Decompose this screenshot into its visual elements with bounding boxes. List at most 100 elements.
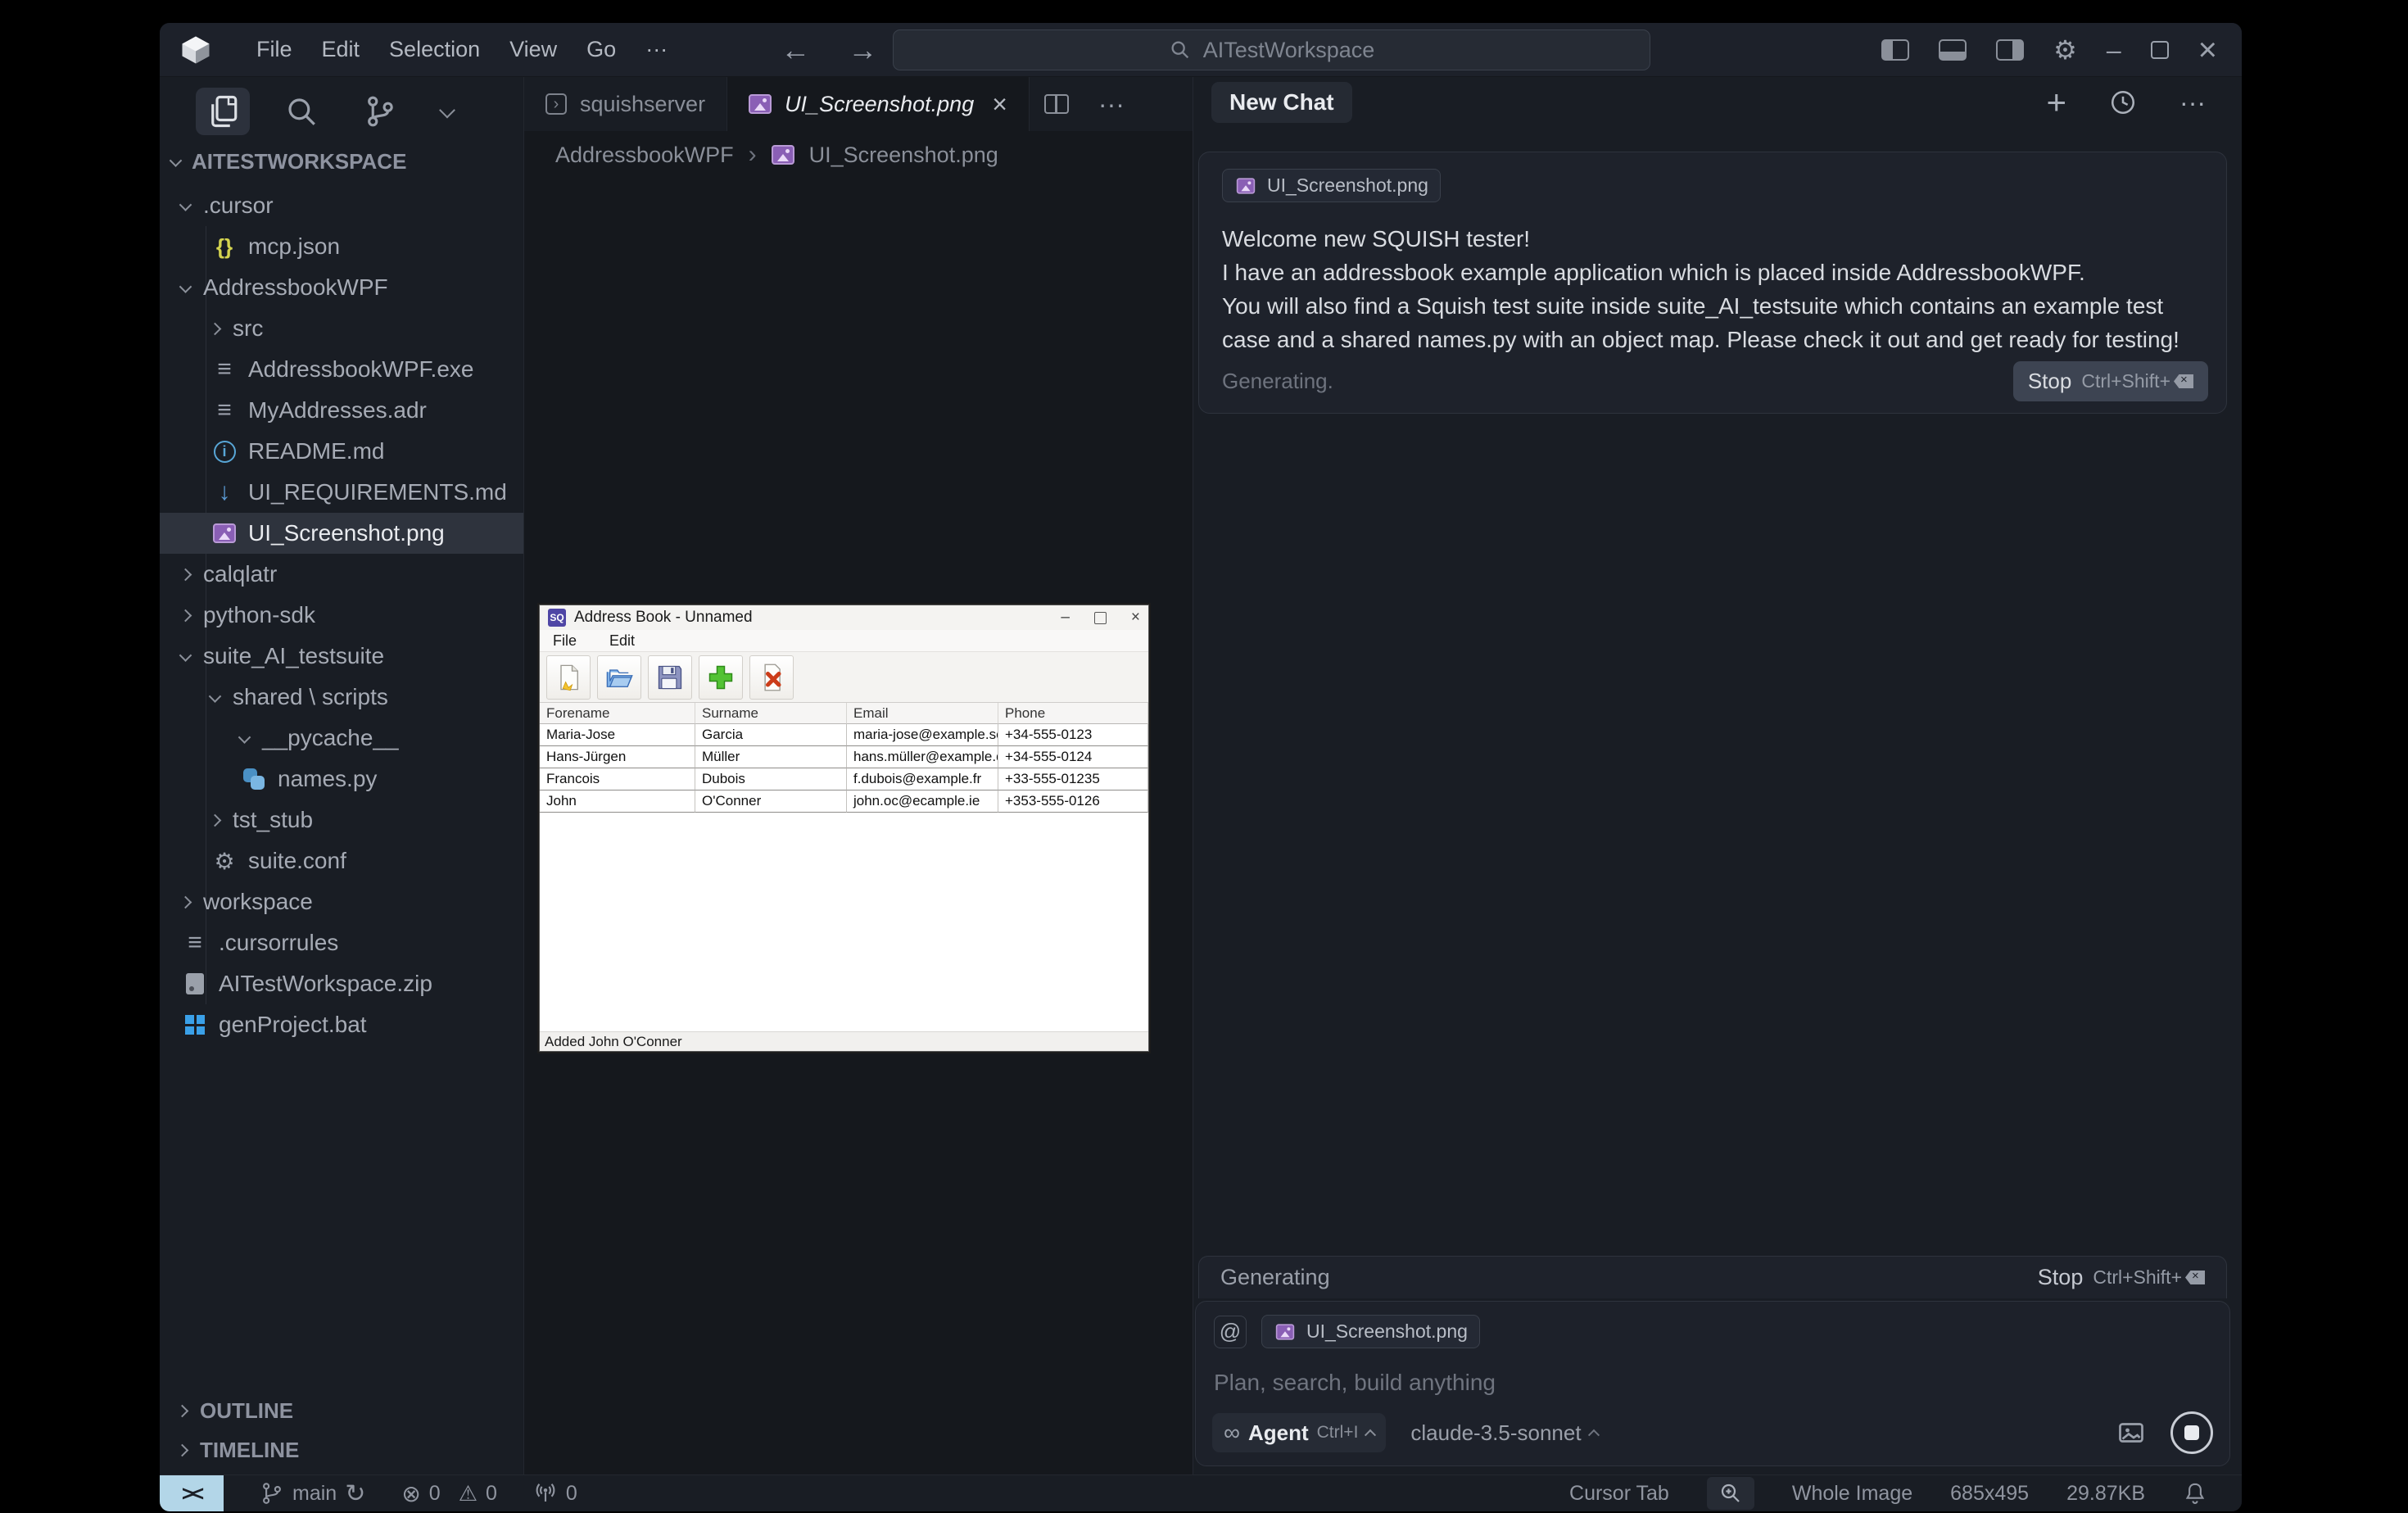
chat-more-icon[interactable]: ··· bbox=[2179, 88, 2206, 118]
tree-item-file[interactable]: ≡ MyAddresses.adr bbox=[160, 390, 523, 431]
cell: hans.müller@example.de bbox=[847, 746, 998, 768]
item-label: __pycache__ bbox=[262, 725, 399, 751]
stop-button[interactable]: Stop Ctrl+Shift+ bbox=[2013, 361, 2208, 401]
addressbook-table-header: Forename Surname Email Phone bbox=[540, 703, 1148, 724]
branch-name: main bbox=[292, 1482, 337, 1506]
problems-indicator[interactable]: ⊗ 0 ⚠ 0 bbox=[401, 1480, 497, 1507]
chevron-down-icon bbox=[170, 154, 183, 167]
timeline-section[interactable]: TIMELINE bbox=[160, 1430, 523, 1470]
explorer-files-icon[interactable] bbox=[196, 88, 250, 135]
tree-item-file[interactable]: genProject.bat bbox=[160, 1004, 523, 1045]
settings-gear-icon[interactable]: ⚙ bbox=[2053, 34, 2077, 66]
menu-selection[interactable]: Selection bbox=[374, 30, 495, 69]
zoom-button[interactable] bbox=[1707, 1477, 1754, 1510]
chat-input-placeholder[interactable]: Plan, search, build anything bbox=[1214, 1370, 2211, 1396]
minimize-icon: – bbox=[1061, 609, 1070, 627]
chevron-right-icon bbox=[176, 1404, 189, 1417]
agent-mode-selector[interactable]: ∞ Agent Ctrl+I bbox=[1212, 1413, 1386, 1452]
remote-indicator[interactable]: >< bbox=[160, 1475, 224, 1511]
tree-item-folder[interactable]: python-sdk bbox=[160, 595, 523, 636]
menu-file[interactable]: File bbox=[242, 30, 307, 69]
chevron-right-icon bbox=[209, 322, 222, 335]
split-editor-icon[interactable] bbox=[1044, 94, 1069, 114]
new-chat-plus-icon[interactable]: + bbox=[2047, 83, 2067, 122]
workspace-section-header[interactable]: AITESTWORKSPACE bbox=[160, 146, 523, 177]
tree-item-file[interactable]: ≡AddressbookWPF.exe bbox=[160, 349, 523, 390]
menu-go[interactable]: Go bbox=[572, 30, 631, 69]
git-branch[interactable]: main ↻ bbox=[260, 1479, 365, 1508]
tree-item-file[interactable]: iREADME.md bbox=[160, 431, 523, 472]
toggle-left-panel-icon[interactable] bbox=[1881, 39, 1909, 61]
mention-at-button[interactable]: @ bbox=[1214, 1316, 1247, 1348]
toggle-right-panel-icon[interactable] bbox=[1996, 39, 2024, 61]
branch-icon bbox=[260, 1481, 284, 1506]
cell: john.oc@ecample.ie bbox=[847, 790, 998, 813]
back-arrow-icon[interactable]: ← bbox=[781, 33, 810, 67]
maximize-button[interactable] bbox=[2151, 41, 2169, 59]
attachment-chip[interactable]: UI_Screenshot.png bbox=[1222, 169, 1441, 202]
attachment-chip[interactable]: UI_Screenshot.png bbox=[1261, 1315, 1480, 1348]
model-selector[interactable]: claude-3.5-sonnet bbox=[1410, 1420, 1597, 1446]
source-control-icon[interactable] bbox=[353, 88, 407, 135]
chat-header-actions: + ··· bbox=[2047, 83, 2207, 122]
tree-item-file[interactable]: {}mcp.json bbox=[160, 226, 523, 267]
chevron-right-icon bbox=[179, 609, 192, 622]
toggle-bottom-panel-icon[interactable] bbox=[1939, 39, 1967, 61]
item-label: UI_Screenshot.png bbox=[248, 520, 445, 546]
tree-item-file[interactable]: ≡.cursorrules bbox=[160, 922, 523, 963]
tree-item-folder[interactable]: calqlatr bbox=[160, 554, 523, 595]
cell: Müller bbox=[695, 746, 847, 768]
chevron-up-icon bbox=[1587, 1429, 1599, 1441]
file-list-icon: ≡ bbox=[181, 929, 209, 957]
image-mode-status[interactable]: Whole Image bbox=[1792, 1482, 1912, 1506]
tree-item-file[interactable]: ↓UI_REQUIREMENTS.md bbox=[160, 472, 523, 513]
sidebar-bottom-sections: OUTLINE TIMELINE bbox=[160, 1391, 523, 1470]
tree-item-folder[interactable]: tst_stub bbox=[160, 800, 523, 840]
tree-item-file[interactable]: AITestWorkspace.zip bbox=[160, 963, 523, 1004]
tree-item-folder[interactable]: suite_AI_testsuite bbox=[160, 636, 523, 677]
breadcrumb-file[interactable]: UI_Screenshot.png bbox=[809, 143, 998, 168]
menu-more[interactable]: ··· bbox=[631, 30, 682, 69]
forward-arrow-icon[interactable]: → bbox=[848, 33, 877, 67]
menu-view[interactable]: View bbox=[495, 30, 572, 69]
tree-item-folder[interactable]: workspace bbox=[160, 881, 523, 922]
tree-item-folder[interactable]: AddressbookWPF bbox=[160, 267, 523, 308]
image-icon bbox=[1276, 1324, 1294, 1339]
close-button[interactable]: × bbox=[2198, 32, 2217, 69]
tree-item-file[interactable]: names.py bbox=[160, 759, 523, 800]
history-clock-icon[interactable] bbox=[2109, 88, 2137, 116]
chevron-right-icon bbox=[176, 1443, 189, 1456]
ports-indicator[interactable]: 0 bbox=[533, 1481, 577, 1506]
close-tab-icon[interactable]: × bbox=[992, 89, 1007, 120]
bell-icon[interactable] bbox=[2183, 1481, 2207, 1506]
search-sidebar-icon[interactable] bbox=[274, 88, 328, 135]
tab-ui-screenshot[interactable]: UI_Screenshot.png × bbox=[727, 77, 1030, 131]
config-gear-icon: ⚙ bbox=[210, 848, 238, 875]
tree-item-folder[interactable]: .cursor bbox=[160, 185, 523, 226]
tab-squishserver[interactable]: › squishserver bbox=[524, 77, 727, 131]
item-label: MyAddresses.adr bbox=[248, 397, 427, 424]
terminal-icon: › bbox=[545, 93, 567, 115]
chat-input-card[interactable]: @ UI_Screenshot.png Plan, search, build … bbox=[1195, 1301, 2230, 1466]
breadcrumb-folder[interactable]: AddressbookWPF bbox=[555, 143, 734, 168]
stop-generation-button[interactable] bbox=[2170, 1411, 2213, 1454]
stop-button[interactable]: Stop Ctrl+Shift+ bbox=[2038, 1265, 2205, 1290]
tree-item-file[interactable]: ⚙suite.conf bbox=[160, 840, 523, 881]
minimize-button[interactable]: – bbox=[2107, 35, 2121, 66]
tree-item-folder[interactable]: __pycache__ bbox=[160, 718, 523, 759]
attach-image-icon[interactable] bbox=[2116, 1418, 2146, 1447]
more-views-chevron-icon[interactable] bbox=[432, 99, 463, 124]
outline-section[interactable]: OUTLINE bbox=[160, 1391, 523, 1430]
chat-tab-new-chat[interactable]: New Chat bbox=[1211, 82, 1352, 123]
tree-item-folder[interactable]: shared \ scripts bbox=[160, 677, 523, 718]
editor-more-icon[interactable]: ··· bbox=[1098, 89, 1125, 120]
tree-item-folder[interactable]: src bbox=[160, 308, 523, 349]
tree-item-file-selected[interactable]: UI_Screenshot.png bbox=[160, 513, 523, 554]
column-header: Phone bbox=[998, 703, 1148, 724]
addressbook-window-controls: – × bbox=[1061, 609, 1140, 627]
stop-shortcut: Ctrl+Shift+ bbox=[2093, 1266, 2205, 1289]
cursor-tab-status[interactable]: Cursor Tab bbox=[1569, 1482, 1669, 1506]
menu-edit[interactable]: Edit bbox=[307, 30, 375, 69]
file-list-icon: ≡ bbox=[210, 396, 238, 424]
workspace-search[interactable]: AITestWorkspace bbox=[893, 29, 1650, 70]
